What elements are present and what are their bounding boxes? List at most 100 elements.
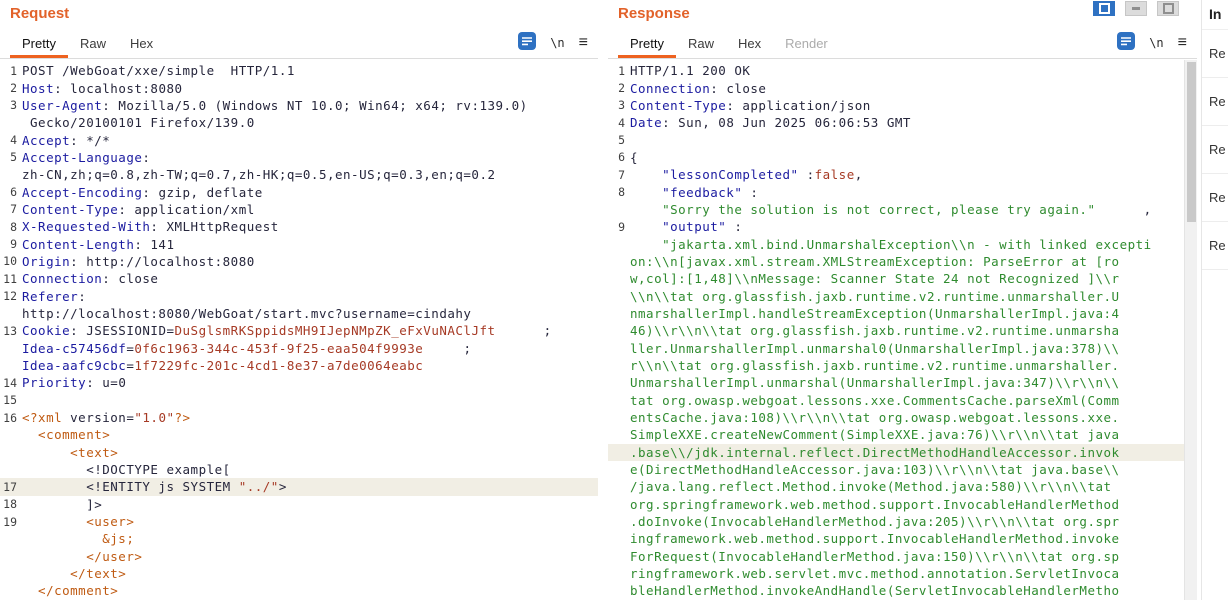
request-code-line[interactable]: <comment> bbox=[0, 426, 598, 443]
line-number: 4 bbox=[0, 133, 22, 147]
request-code-line[interactable]: 3User-Agent: Mozilla/5.0 (Windows NT 10.… bbox=[0, 97, 598, 114]
request-code-line[interactable]: zh-CN,zh;q=0.8,zh-TW;q=0.7,zh-HK;q=0.5,e… bbox=[0, 166, 598, 183]
scrollbar-thumb[interactable] bbox=[1187, 62, 1196, 222]
editor-menu-icon[interactable]: ≡ bbox=[1178, 35, 1187, 51]
request-code-line[interactable]: Idea-aafc9cbc=1f7229fc-201c-4cd1-8e37-a7… bbox=[0, 357, 598, 374]
request-code-line[interactable]: 12Referer: bbox=[0, 287, 598, 304]
line-number: 9 bbox=[608, 220, 630, 234]
request-code-line[interactable]: http://localhost:8080/WebGoat/start.mvc?… bbox=[0, 305, 598, 322]
inspector-section[interactable]: Re bbox=[1202, 78, 1228, 126]
restore-panel-button[interactable] bbox=[1157, 1, 1179, 16]
request-code-line[interactable]: 18 ]> bbox=[0, 496, 598, 513]
inspector-section[interactable]: Re bbox=[1202, 30, 1228, 78]
response-scrollbar[interactable] bbox=[1184, 60, 1197, 600]
response-code-line[interactable]: .doInvoke(InvocableHandlerMethod.java:20… bbox=[608, 513, 1184, 530]
request-code-line[interactable]: &js; bbox=[0, 530, 598, 547]
tab-raw[interactable]: Raw bbox=[676, 28, 726, 58]
request-code-line[interactable]: 2Host: localhost:8080 bbox=[0, 79, 598, 96]
response-code-line[interactable]: 8 "feedback" : bbox=[608, 183, 1184, 200]
request-tabbar: PrettyRawHex \n ≡ bbox=[0, 28, 598, 59]
request-code-line[interactable]: 17 <!ENTITY js SYSTEM "../"> bbox=[0, 478, 598, 495]
line-number: 10 bbox=[0, 254, 22, 268]
request-code-line[interactable]: 4Accept: */* bbox=[0, 131, 598, 148]
response-code-line[interactable]: ller.UnmarshallerImpl.unmarshal0(Unmarsh… bbox=[608, 340, 1184, 357]
response-code-line[interactable]: 4Date: Sun, 08 Jun 2025 06:06:53 GMT bbox=[608, 114, 1184, 131]
line-number: 13 bbox=[0, 324, 22, 338]
request-code-line[interactable]: 19 <user> bbox=[0, 513, 598, 530]
response-code-line[interactable]: "Sorry the solution is not correct, plea… bbox=[608, 201, 1184, 218]
response-code-line[interactable]: "jakarta.xml.bind.UnmarshalException\\n … bbox=[608, 235, 1184, 252]
response-viewer[interactable]: 1HTTP/1.1 200 OK2Connection: close3Conte… bbox=[608, 60, 1184, 600]
show-newlines-icon[interactable]: \n bbox=[1149, 36, 1163, 50]
request-code-line[interactable]: <text> bbox=[0, 444, 598, 461]
request-code-line[interactable]: 13Cookie: JSESSIONID=DuSglsmRKSppidsMH9I… bbox=[0, 322, 598, 339]
minimize-panel-button[interactable] bbox=[1125, 1, 1147, 16]
request-code-line[interactable]: </user> bbox=[0, 548, 598, 565]
response-code-line[interactable]: 6{ bbox=[608, 149, 1184, 166]
response-code-line[interactable]: ingframework.web.method.support.Invocabl… bbox=[608, 530, 1184, 547]
response-code-line[interactable]: 9 "output" : bbox=[608, 218, 1184, 235]
request-code-line[interactable]: 8X-Requested-With: XMLHttpRequest bbox=[0, 218, 598, 235]
tab-pretty[interactable]: Pretty bbox=[10, 28, 68, 58]
tab-raw[interactable]: Raw bbox=[68, 28, 118, 58]
response-code-line[interactable]: SimpleXXE.createNewComment(SimpleXXE.jav… bbox=[608, 426, 1184, 443]
request-code-line[interactable]: 5Accept-Language: bbox=[0, 149, 598, 166]
search-icon[interactable] bbox=[518, 32, 536, 55]
line-number: 2 bbox=[608, 81, 630, 95]
response-code-line[interactable]: 1HTTP/1.1 200 OK bbox=[608, 62, 1184, 79]
line-number: 7 bbox=[0, 202, 22, 216]
line-number: 1 bbox=[608, 64, 630, 78]
response-code-line[interactable]: nmarshallerImpl.handleStreamException(Un… bbox=[608, 305, 1184, 322]
tab-render[interactable]: Render bbox=[773, 28, 840, 58]
response-code-line[interactable]: 46)\\r\\n\\tat org.glassfish.jaxb.runtim… bbox=[608, 322, 1184, 339]
request-code-line[interactable]: Gecko/20100101 Firefox/139.0 bbox=[0, 114, 598, 131]
request-code-line[interactable]: Idea-c57456df=0f6c1963-344c-453f-9f25-ea… bbox=[0, 340, 598, 357]
response-code-line[interactable]: bleHandlerMethod.invokeAndHandle(Servlet… bbox=[608, 582, 1184, 599]
response-code-line[interactable]: e(DirectMethodHandleAccessor.java:103)\\… bbox=[608, 461, 1184, 478]
request-code-line[interactable]: 16<?xml version="1.0"?> bbox=[0, 409, 598, 426]
tab-pretty[interactable]: Pretty bbox=[618, 28, 676, 58]
response-code-line[interactable]: .base\\/jdk.internal.reflect.DirectMetho… bbox=[608, 444, 1184, 461]
editor-menu-icon[interactable]: ≡ bbox=[579, 35, 588, 51]
response-tabbar: PrettyRawHexRender \n ≡ bbox=[608, 28, 1197, 59]
inspector-section[interactable]: Re bbox=[1202, 174, 1228, 222]
response-code-line[interactable]: tat org.owasp.webgoat.lessons.xxe.Commen… bbox=[608, 392, 1184, 409]
request-code-line[interactable]: </comment> bbox=[0, 582, 598, 599]
response-code-line[interactable]: ringframework.web.servlet.mvc.method.ann… bbox=[608, 565, 1184, 582]
request-code-line[interactable]: 11Connection: close bbox=[0, 270, 598, 287]
line-number: 17 bbox=[0, 480, 22, 494]
response-code-line[interactable]: w,col]:[1,48]\\nMessage: Scanner State 2… bbox=[608, 270, 1184, 287]
request-code-line[interactable]: 15 bbox=[0, 392, 598, 409]
response-code-line[interactable]: UnmarshallerImpl.unmarshal(UnmarshallerI… bbox=[608, 374, 1184, 391]
response-code-line[interactable]: on:\\n[javax.xml.stream.XMLStreamExcepti… bbox=[608, 253, 1184, 270]
inspector-section[interactable]: Re bbox=[1202, 222, 1228, 270]
response-code-line[interactable]: entsCache.java:108)\\r\\n\\tat org.owasp… bbox=[608, 409, 1184, 426]
response-code-line[interactable]: r\\n\\tat org.glassfish.jaxb.runtime.v2.… bbox=[608, 357, 1184, 374]
response-code-line[interactable]: org.springframework.web.method.support.I… bbox=[608, 496, 1184, 513]
request-panel: Request PrettyRawHex \n ≡ 1POST /WebGoat… bbox=[0, 0, 598, 600]
response-code-line[interactable]: 2Connection: close bbox=[608, 79, 1184, 96]
request-code-line[interactable]: </text> bbox=[0, 565, 598, 582]
search-icon[interactable] bbox=[1117, 32, 1135, 55]
tab-hex[interactable]: Hex bbox=[726, 28, 773, 58]
request-code-line[interactable]: 14Priority: u=0 bbox=[0, 374, 598, 391]
request-code-line[interactable]: 1POST /WebGoat/xxe/simple HTTP/1.1 bbox=[0, 62, 598, 79]
response-panel: Response PrettyRawHexRender \n ≡ 1HTTP/1… bbox=[608, 0, 1197, 600]
response-code-line[interactable]: 7 "lessonCompleted" :false, bbox=[608, 166, 1184, 183]
request-editor[interactable]: 1POST /WebGoat/xxe/simple HTTP/1.12Host:… bbox=[0, 60, 598, 600]
response-code-line[interactable]: 3Content-Type: application/json bbox=[608, 97, 1184, 114]
response-code-line[interactable]: ForRequest(InvocableHandlerMethod.java:1… bbox=[608, 548, 1184, 565]
line-number: 19 bbox=[0, 515, 22, 529]
maximize-panel-button[interactable] bbox=[1093, 1, 1115, 16]
inspector-section[interactable]: Re bbox=[1202, 126, 1228, 174]
request-code-line[interactable]: <!DOCTYPE example[ bbox=[0, 461, 598, 478]
response-code-line[interactable]: \\n\\tat org.glassfish.jaxb.runtime.v2.r… bbox=[608, 287, 1184, 304]
response-code-line[interactable]: /java.lang.reflect.Method.invoke(Method.… bbox=[608, 478, 1184, 495]
show-newlines-icon[interactable]: \n bbox=[550, 36, 564, 50]
request-code-line[interactable]: 7Content-Type: application/xml bbox=[0, 201, 598, 218]
request-code-line[interactable]: 6Accept-Encoding: gzip, deflate bbox=[0, 183, 598, 200]
tab-hex[interactable]: Hex bbox=[118, 28, 165, 58]
request-code-line[interactable]: 10Origin: http://localhost:8080 bbox=[0, 253, 598, 270]
response-code-line[interactable]: 5 bbox=[608, 131, 1184, 148]
request-code-line[interactable]: 9Content-Length: 141 bbox=[0, 235, 598, 252]
